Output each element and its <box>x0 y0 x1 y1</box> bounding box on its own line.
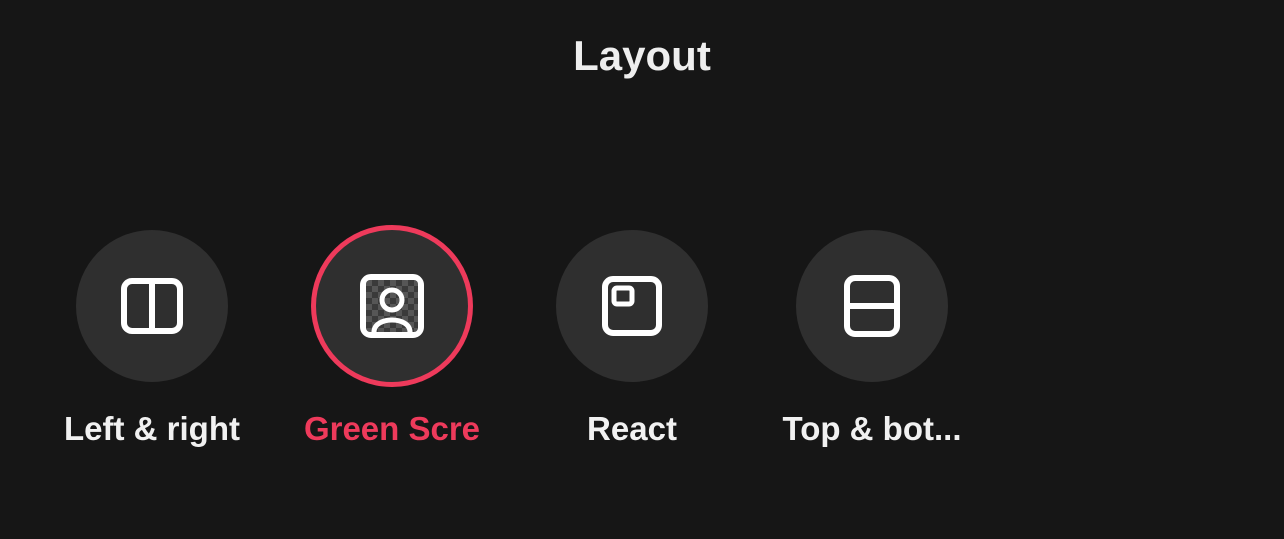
option-circle <box>796 230 948 382</box>
option-circle <box>316 230 468 382</box>
green-screen-person-icon <box>360 274 424 338</box>
layout-option-green-screen[interactable]: Green Scre <box>302 230 482 448</box>
split-vertical-icon <box>121 278 183 334</box>
layout-option-left-right[interactable]: Left & right <box>62 230 242 448</box>
option-label: Green Scre <box>304 410 480 448</box>
panel-title: Layout <box>0 0 1284 80</box>
option-circle <box>76 230 228 382</box>
option-label: Top & bot... <box>782 410 961 448</box>
split-horizontal-icon <box>844 275 900 337</box>
layout-options-row: Left & right <box>0 80 1284 448</box>
option-label: Left & right <box>64 410 240 448</box>
layout-option-react[interactable]: React <box>542 230 722 448</box>
picture-in-picture-icon <box>602 276 662 336</box>
option-label: React <box>587 410 677 448</box>
option-circle <box>556 230 708 382</box>
layout-option-top-bottom[interactable]: Top & bot... <box>782 230 962 448</box>
